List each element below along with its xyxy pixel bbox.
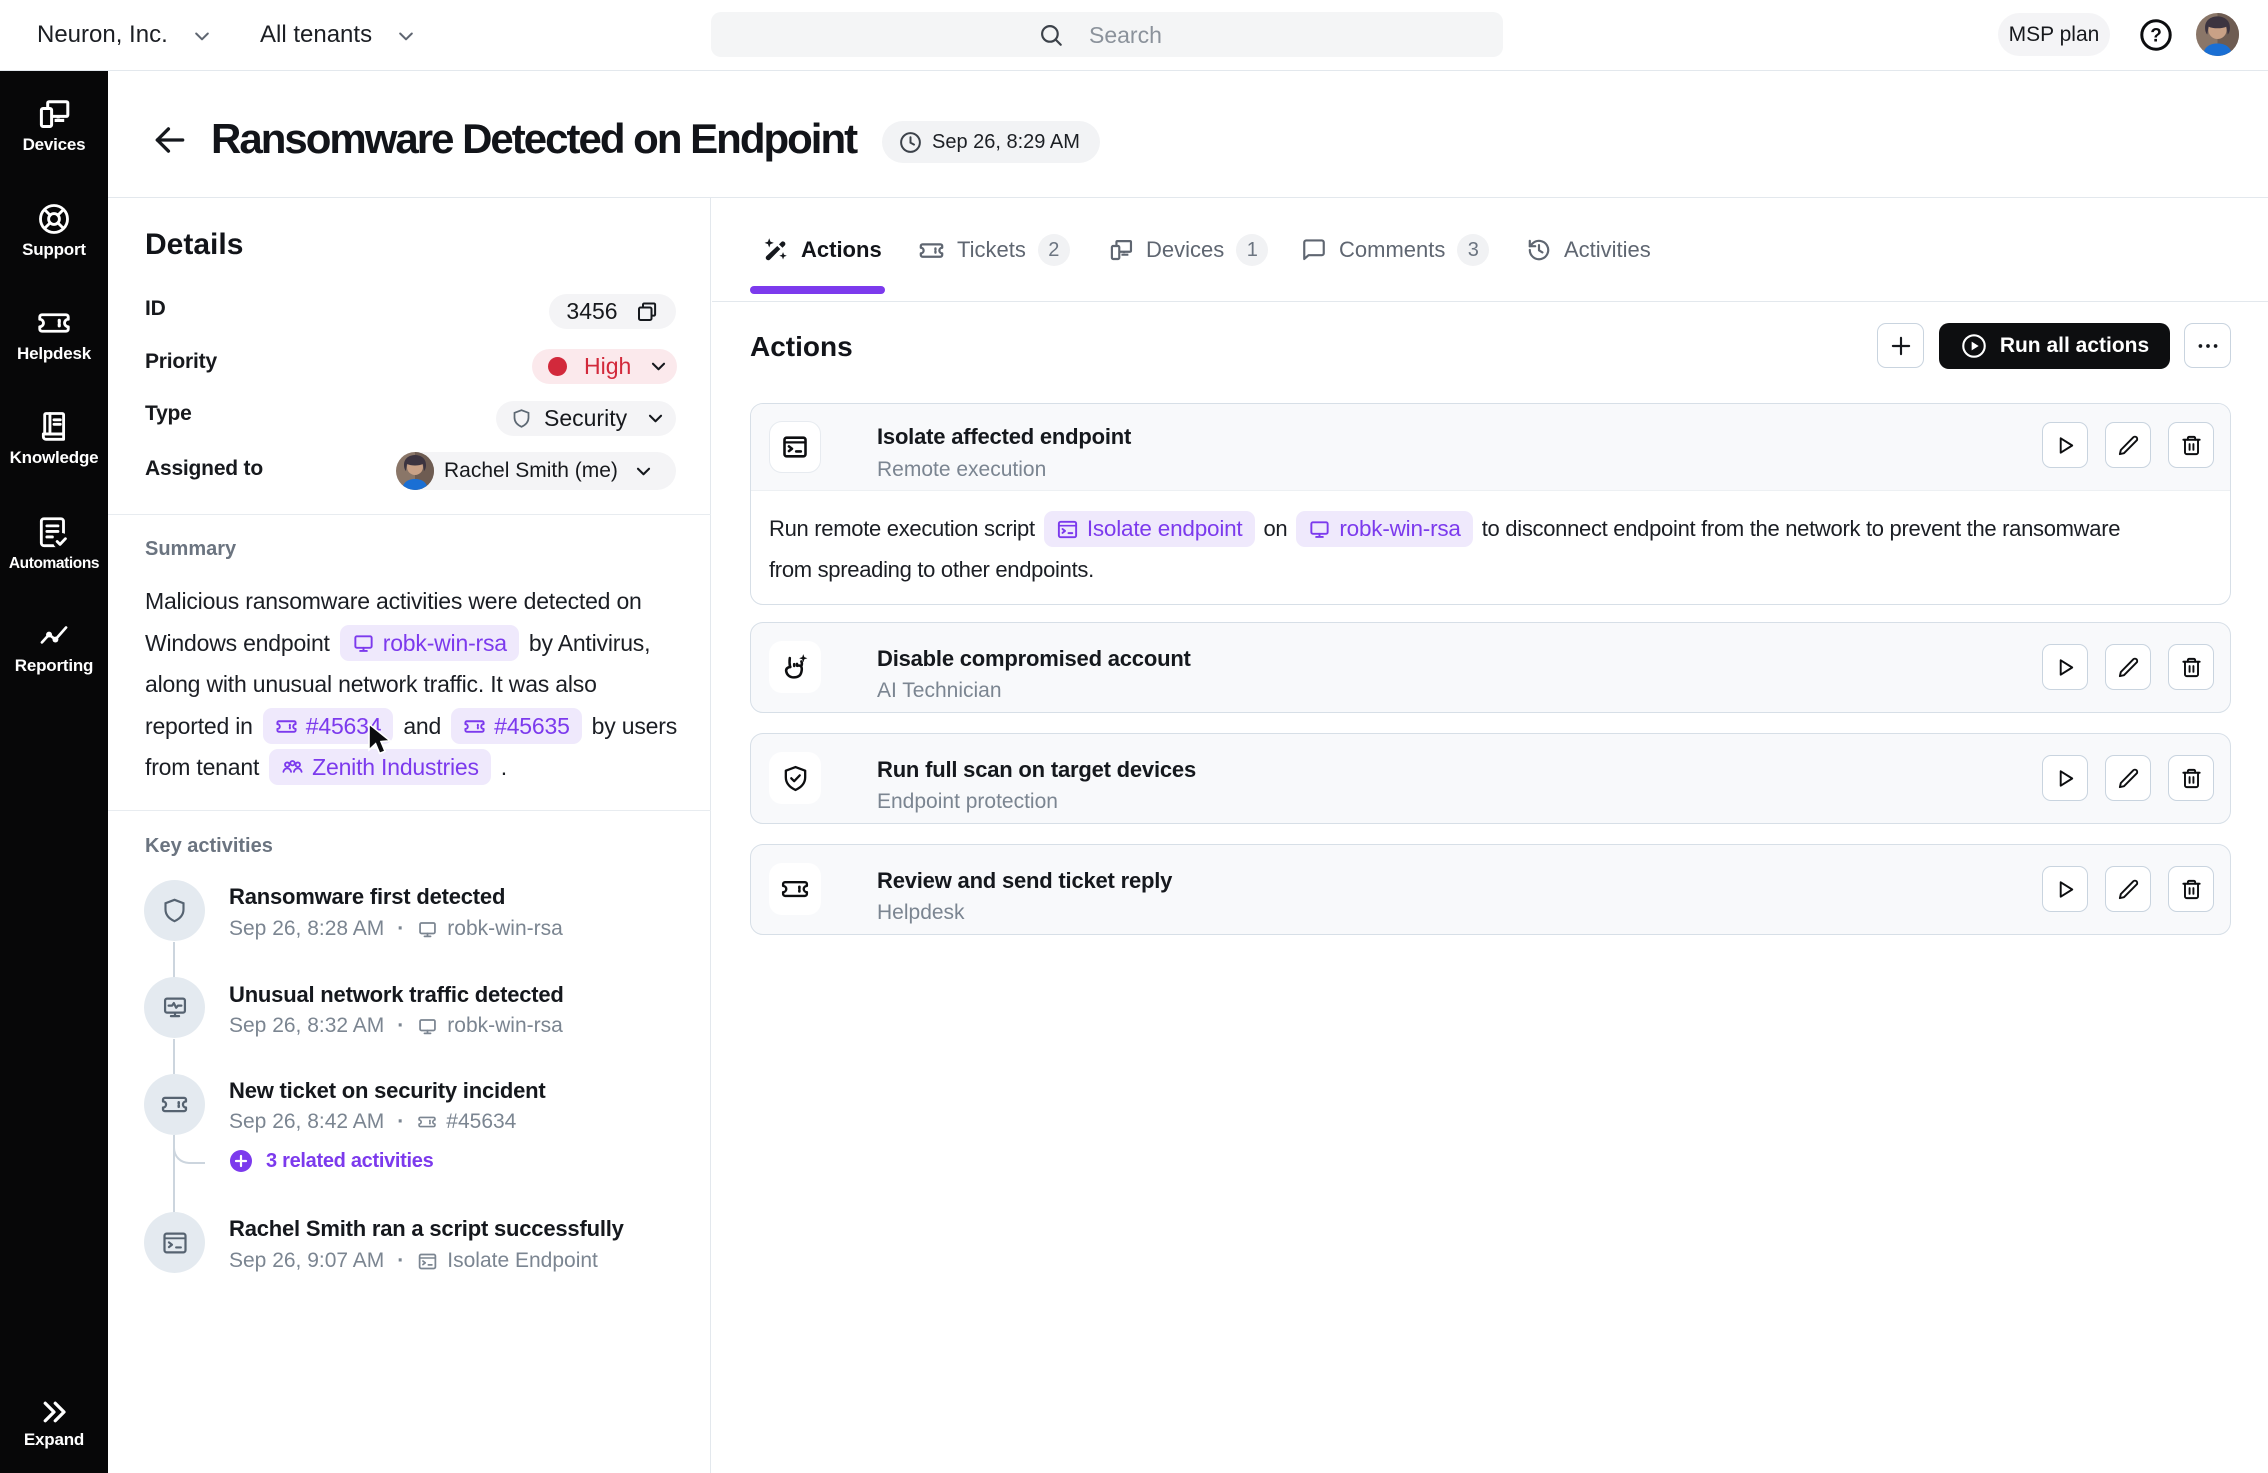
svg-text:?: ? xyxy=(2150,26,2162,47)
